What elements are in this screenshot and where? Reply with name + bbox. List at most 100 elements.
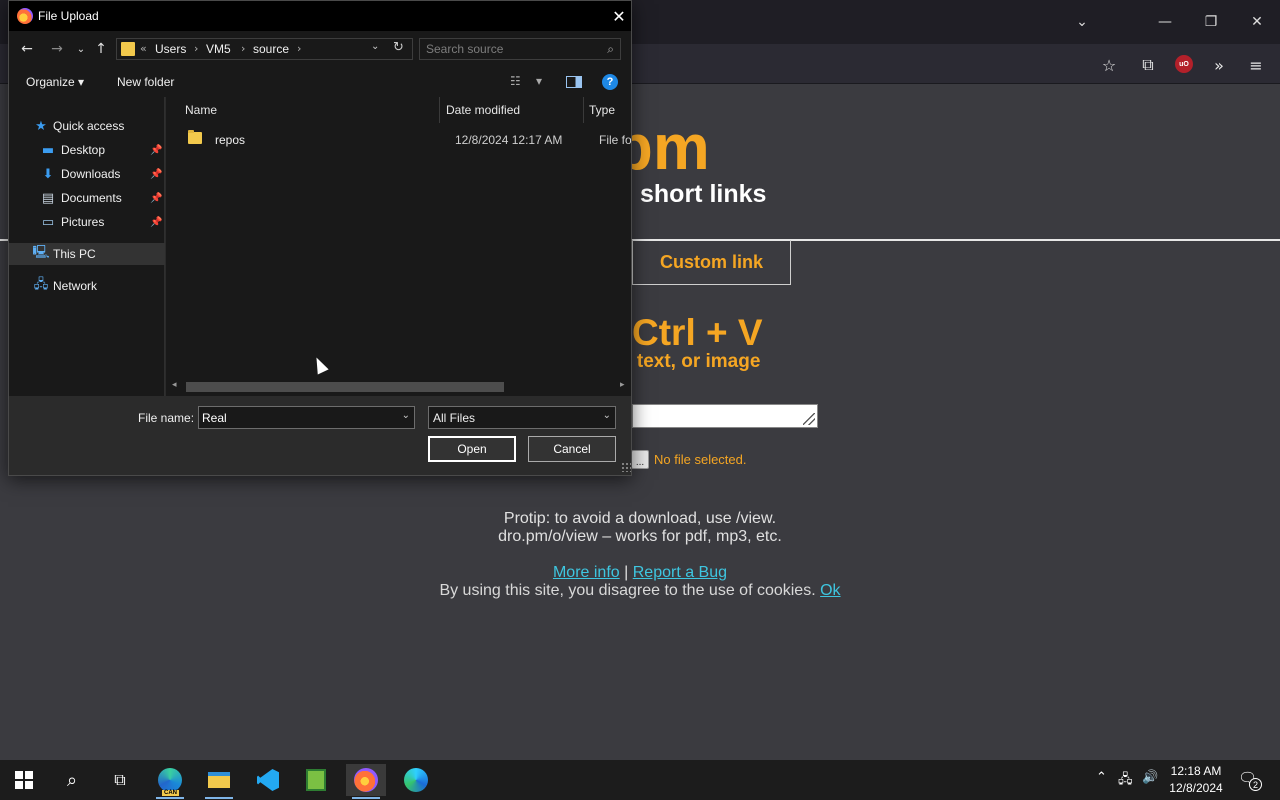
restore-button[interactable]: ❐ (1197, 8, 1225, 36)
breadcrumb-vm5[interactable]: VM5 (206, 42, 231, 56)
network-icon[interactable]: 🖧 (1118, 770, 1133, 792)
report-bug-link[interactable]: Report a Bug (633, 564, 727, 581)
breadcrumb-users[interactable]: Users (155, 42, 186, 56)
dialog-footer: File name: ⌄ All Files ⌄ Open Cancel (9, 396, 631, 475)
firefox-app[interactable] (346, 764, 386, 799)
back-arrow-icon[interactable]: ← (17, 39, 37, 59)
address-bar[interactable]: « Users › VM5 › source › ⌄ ↻ (116, 38, 413, 60)
recent-locations-icon[interactable]: ⌄ (71, 39, 91, 59)
scroll-left-icon[interactable]: ◂ (172, 380, 177, 390)
file-name-input[interactable] (202, 410, 392, 426)
show-hidden-icons-icon[interactable]: ⌃ (1096, 770, 1107, 785)
sidebar-item-network[interactable]: 🖧 Network (9, 275, 165, 297)
sidebar-item-label: Documents (61, 191, 122, 205)
file-name-field[interactable]: ⌄ (198, 406, 415, 429)
sidebar-item-documents[interactable]: ▤ Documents 📌 (9, 187, 165, 209)
search-input[interactable] (426, 41, 596, 57)
new-folder-button[interactable]: New folder (117, 75, 174, 89)
start-button[interactable] (4, 764, 44, 796)
document-icon: ▤ (41, 190, 55, 206)
cookie-text: By using this site, you disagree to the … (439, 582, 816, 599)
forward-arrow-icon[interactable]: → (47, 39, 67, 59)
sidebar-item-this-pc[interactable]: 🖳 This PC (9, 243, 165, 265)
search-button[interactable]: ⌕ (52, 764, 92, 796)
folder-icon (121, 42, 135, 56)
open-button[interactable]: Open (428, 436, 516, 462)
chevron-down-icon[interactable]: ⌄ (603, 410, 611, 421)
protip-text: Protip: to avoid a download, use /view. … (440, 510, 840, 546)
file-upload-dialog: File Upload ✕ ← → ⌄ ↑ « Users › VM5 › so… (8, 0, 632, 476)
custom-link-tab[interactable]: Custom link (632, 240, 791, 285)
search-box[interactable]: ⌕ (419, 38, 621, 60)
help-icon[interactable]: ? (602, 74, 618, 90)
horizontal-scrollbar[interactable]: ◂ ▸ (166, 378, 631, 395)
file-type: File folder (599, 133, 631, 147)
folder-icon (188, 130, 202, 144)
up-arrow-icon[interactable]: ↑ (91, 39, 111, 59)
file-explorer-icon (208, 772, 230, 788)
resize-grip-icon[interactable] (803, 413, 815, 425)
cookie-ok-link[interactable]: Ok (820, 582, 840, 599)
notification-center-button[interactable]: 🗨 2 (1238, 769, 1262, 791)
edge-canary-app[interactable]: CAN (150, 764, 190, 799)
sidebar-item-quick-access[interactable]: ★ Quick access (9, 115, 165, 137)
cancel-button[interactable]: Cancel (528, 436, 616, 462)
file-explorer-app[interactable] (199, 764, 239, 799)
column-divider[interactable] (439, 97, 440, 123)
cookie-notice: By using this site, you disagree to the … (400, 582, 880, 600)
breadcrumb-source[interactable]: source (253, 42, 289, 56)
notepad-app[interactable] (296, 764, 336, 796)
browse-file-button[interactable]: ... (631, 450, 649, 469)
file-type-select[interactable]: All Files ⌄ (428, 406, 616, 429)
computer-icon: 🖳 (32, 245, 50, 260)
extensions-icon[interactable]: ⧉ (1135, 52, 1161, 78)
edge-app[interactable] (396, 764, 436, 796)
system-clock[interactable]: 12:18 AM 12/8/2024 (1163, 763, 1229, 797)
organize-menu[interactable]: Organize ▾ (26, 75, 84, 89)
tab-list-chevron-icon[interactable]: ⌄ (1068, 8, 1096, 36)
edge-canary-icon: CAN (158, 768, 182, 796)
sidebar-item-downloads[interactable]: ⬇ Downloads 📌 (9, 163, 165, 185)
vscode-app[interactable] (248, 764, 288, 796)
breadcrumb-sep[interactable]: › (241, 42, 245, 55)
paste-textarea[interactable] (632, 404, 818, 428)
sidebar-item-label: Pictures (61, 215, 105, 229)
scrollbar-thumb[interactable] (186, 382, 504, 392)
notepad-icon (306, 769, 326, 791)
address-dropdown-icon[interactable]: ⌄ (371, 41, 379, 52)
task-view-button[interactable]: ⧉ (100, 764, 140, 796)
preview-pane-icon[interactable] (566, 76, 582, 88)
command-bar: Organize ▾ New folder ☷ ▾ ? (9, 67, 631, 97)
column-header-date[interactable]: Date modified (446, 103, 520, 117)
download-icon: ⬇ (42, 166, 54, 182)
chevron-down-icon[interactable]: ⌄ (402, 410, 410, 421)
overflow-chevron-icon[interactable]: » (1206, 52, 1232, 78)
firefox-icon (354, 768, 378, 792)
bookmark-star-icon[interactable]: ☆ (1096, 52, 1122, 78)
view-options-icon[interactable]: ☷ (510, 74, 521, 88)
scroll-right-icon[interactable]: ▸ (620, 380, 625, 390)
hamburger-menu-icon[interactable]: ≡ (1243, 52, 1269, 78)
view-dropdown-icon[interactable]: ▾ (536, 74, 542, 88)
close-window-button[interactable]: ✕ (1243, 8, 1271, 36)
breadcrumb-sep[interactable]: › (297, 42, 301, 55)
more-info-link[interactable]: More info (553, 564, 620, 581)
dialog-navbar: ← → ⌄ ↑ « Users › VM5 › source › ⌄ ↻ ⌕ (9, 31, 631, 67)
dialog-close-button[interactable]: ✕ (607, 4, 631, 28)
volume-icon[interactable]: 🔊 (1142, 770, 1158, 785)
address-overflow[interactable]: « (140, 42, 147, 55)
column-header-name[interactable]: Name (185, 103, 217, 117)
sidebar-item-desktop[interactable]: ▬ Desktop 📌 (9, 139, 165, 161)
column-header-type[interactable]: Type (589, 103, 615, 117)
list-item[interactable]: repos 12/8/2024 12:17 AM File folder (166, 129, 631, 151)
resize-grip-icon[interactable] (621, 462, 631, 472)
minimize-button[interactable]: — (1151, 8, 1179, 36)
task-view-icon: ⧉ (114, 770, 126, 789)
ublock-origin-icon[interactable]: uO (1175, 55, 1193, 73)
breadcrumb-sep[interactable]: › (194, 42, 198, 55)
sidebar-item-pictures[interactable]: ▭ Pictures 📌 (9, 211, 165, 233)
refresh-icon[interactable]: ↻ (393, 40, 404, 55)
dialog-titlebar[interactable]: File Upload ✕ (9, 1, 631, 31)
footer-links: More info | Report a Bug (440, 564, 840, 582)
column-divider[interactable] (583, 97, 584, 123)
